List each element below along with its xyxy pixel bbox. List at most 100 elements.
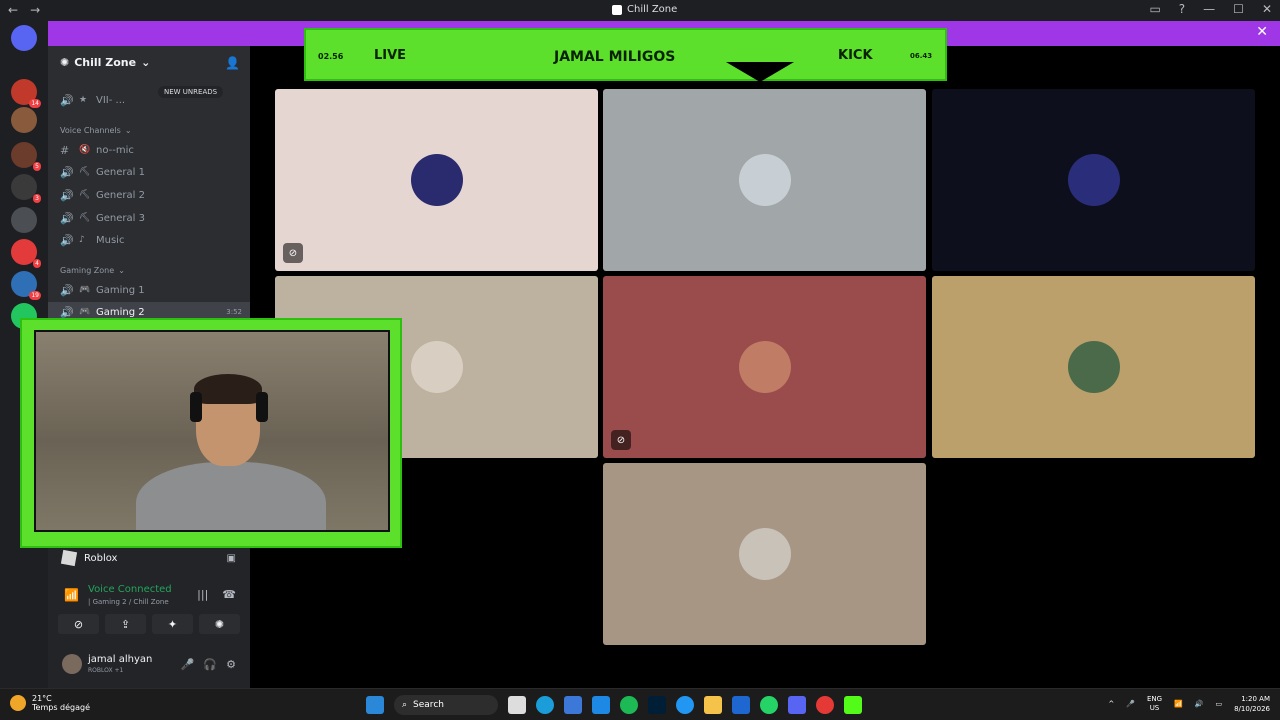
participant-tile[interactable]	[932, 276, 1255, 458]
language-code: ENG	[1146, 695, 1163, 703]
chrome-icon[interactable]	[816, 696, 834, 714]
avatar[interactable]	[62, 654, 82, 674]
app-icon[interactable]	[732, 696, 750, 714]
back-icon[interactable]: ←	[8, 3, 18, 17]
photoshop-icon[interactable]	[648, 696, 666, 714]
todo-icon[interactable]	[592, 696, 610, 714]
server-icon[interactable]	[11, 107, 37, 133]
channel-item-general-3[interactable]: 🔊 ⛏ General 3	[48, 208, 250, 228]
muted-icon: ⊘	[283, 243, 303, 263]
chevron-up-icon[interactable]: ^	[1108, 700, 1114, 708]
voice-status[interactable]: Voice Connected	[88, 584, 172, 595]
kick-icon[interactable]	[844, 696, 862, 714]
window-controls: ▭ ? — ☐ ✕	[1149, 2, 1272, 16]
forward-icon[interactable]: →	[30, 3, 40, 17]
browser-icon[interactable]	[676, 696, 694, 714]
banner-close-icon[interactable]: ✕	[1256, 24, 1268, 40]
store-icon[interactable]	[564, 696, 582, 714]
windows-start-icon[interactable]	[366, 696, 384, 714]
signal-icon[interactable]: 📶	[64, 588, 79, 602]
channel-label: no--mic	[96, 144, 134, 156]
server-icon[interactable]: 4	[11, 239, 41, 268]
user-status: ROBLOX +1	[88, 667, 124, 674]
person-body	[136, 462, 326, 530]
taskbar-search[interactable]: ⌕ Search	[394, 695, 498, 715]
weather-widget[interactable]: 21°C Temps dégagé	[10, 694, 90, 712]
wifi-icon[interactable]: 📶	[1174, 700, 1183, 708]
channel-item-general-1[interactable]: 🔊 ⛏ General 1	[48, 162, 250, 182]
taskbar: 21°C Temps dégagé ⌕ Search ^ 🎤 ENG US 📶 …	[0, 688, 1280, 720]
category-gaming-zone[interactable]: Gaming Zone ⌄	[60, 266, 125, 275]
webcam-overlay	[20, 318, 402, 548]
overlay-live: LIVE	[374, 48, 407, 63]
server-icon[interactable]: 5	[11, 142, 41, 171]
volume-icon[interactable]: 🔊	[1195, 700, 1204, 708]
add-member-icon[interactable]: 👤	[225, 56, 240, 70]
server-icon[interactable]: 3	[11, 174, 41, 203]
disconnect-icon[interactable]: ☎	[222, 588, 236, 601]
person-hair	[194, 374, 262, 404]
server-icon[interactable]	[11, 207, 37, 233]
discord-home-icon[interactable]	[11, 25, 37, 51]
headphones-icon[interactable]: 🎧	[203, 658, 217, 671]
folder-icon[interactable]	[704, 696, 722, 714]
channel-item-no-mic[interactable]: # 🔇 no--mic	[48, 140, 250, 160]
speaker-icon: 🔊	[60, 305, 74, 319]
star-icon: ★	[79, 95, 88, 105]
help-icon[interactable]: ?	[1179, 2, 1185, 16]
clock[interactable]: 1:20 AM 8/10/2026	[1234, 694, 1270, 714]
new-unreads-pill[interactable]: NEW UNREADS	[158, 86, 224, 98]
microphone-icon[interactable]: 🎤	[1126, 700, 1135, 708]
activities-button[interactable]: ✦	[152, 614, 193, 634]
edge-icon[interactable]	[536, 696, 554, 714]
participant-tile[interactable]	[603, 463, 926, 645]
screen-share-button[interactable]: ⇪	[105, 614, 146, 634]
spotify-icon[interactable]	[620, 696, 638, 714]
voice-panel: Roblox ▣ 📶 Voice Connected | Gaming 2 / …	[48, 546, 250, 688]
language-indicator[interactable]: ENG US	[1147, 695, 1162, 713]
category-voice-channels[interactable]: Voice Channels ⌄	[60, 126, 132, 135]
server-icon[interactable]: 19	[11, 271, 41, 300]
participant-tile[interactable]	[932, 89, 1255, 271]
participant-tile[interactable]: ⊘	[603, 276, 926, 458]
avatar	[738, 341, 791, 393]
participant-tile[interactable]	[603, 89, 926, 271]
soundboard-button[interactable]: ✺	[199, 614, 240, 634]
channel-label: Gaming 2	[96, 306, 145, 318]
muted-icon: 🔇	[79, 145, 91, 155]
noise-suppression-icon[interactable]: |||	[197, 588, 208, 601]
close-button[interactable]: ✕	[1262, 2, 1272, 16]
pick-icon: ⛏	[79, 167, 91, 177]
taskbar-apps: ⌕ Search	[366, 695, 862, 715]
mention-badge: 4	[33, 259, 41, 268]
channel-label: General 1	[96, 166, 145, 178]
channel-item-music[interactable]: 🔊 ♪ Music	[48, 230, 250, 250]
channel-item-gaming-1[interactable]: 🔊 🎮 Gaming 1	[48, 280, 250, 300]
guild-header[interactable]: ✺ Chill Zone ⌄ 👤	[48, 46, 250, 79]
maximize-button[interactable]: ☐	[1233, 2, 1244, 16]
roblox-icon	[60, 549, 78, 567]
participant-tile[interactable]: ⊘	[275, 89, 598, 271]
search-icon: ⌕	[402, 700, 408, 710]
server-icon[interactable]: 14	[11, 79, 41, 108]
chevron-down-icon: ⌄	[118, 266, 125, 275]
task-view-icon[interactable]	[508, 696, 526, 714]
stream-game-icon[interactable]: ▣	[227, 553, 236, 564]
battery-icon[interactable]: ▭	[1215, 700, 1222, 708]
voice-channel-path[interactable]: | Gaming 2 / Chill Zone	[88, 598, 169, 606]
chevron-down-icon: ⌄	[124, 126, 132, 135]
camera-off-button[interactable]: ⊘	[58, 614, 99, 634]
microphone-icon[interactable]: 🎤	[181, 658, 195, 671]
user-controls: 🎤 🎧 ⚙	[181, 658, 236, 671]
inbox-icon[interactable]: ▭	[1149, 2, 1160, 16]
music-note-icon: ♪	[79, 235, 85, 245]
overlay-kick: KICK	[838, 48, 873, 63]
discord-icon[interactable]	[788, 696, 806, 714]
activity-row: Roblox ▣	[48, 546, 250, 570]
user-name[interactable]: jamal alhyan	[88, 654, 152, 665]
channel-item-general-2[interactable]: 🔊 ⛏ General 2	[48, 185, 250, 205]
minimize-button[interactable]: —	[1203, 2, 1215, 16]
gear-icon[interactable]: ⚙	[226, 658, 236, 671]
whatsapp-icon[interactable]	[760, 696, 778, 714]
speaker-icon: 🔊	[60, 211, 74, 225]
